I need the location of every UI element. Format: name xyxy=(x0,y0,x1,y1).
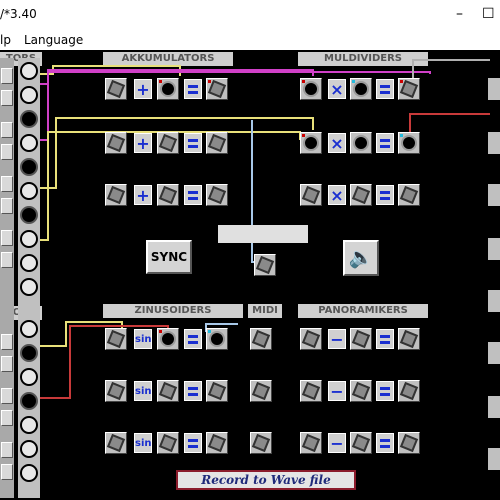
right-jack[interactable] xyxy=(488,238,500,260)
right-jack[interactable] xyxy=(488,342,500,364)
equals-op xyxy=(376,79,394,99)
times-op: × xyxy=(328,79,346,99)
right-jack[interactable] xyxy=(488,396,500,418)
akku-in-a[interactable] xyxy=(105,78,127,100)
muldiv-in-a[interactable] xyxy=(300,78,322,100)
plus-op: + xyxy=(134,79,152,99)
right-jack[interactable] xyxy=(488,78,500,100)
equals-op xyxy=(184,433,202,453)
zinus-out[interactable] xyxy=(206,328,228,350)
akku-in-a[interactable] xyxy=(105,132,127,154)
zinus-in[interactable] xyxy=(105,328,127,350)
muldiv-in-b[interactable] xyxy=(350,184,372,206)
right-jack[interactable] xyxy=(488,290,500,312)
record-to-wave-button[interactable]: Record to Wave file xyxy=(176,470,356,490)
pan-in-b[interactable] xyxy=(350,380,372,402)
title-bar: /*3.40 – ☐ xyxy=(0,0,500,30)
zinus-in[interactable] xyxy=(105,380,127,402)
equals-op xyxy=(184,329,202,349)
pan-in-a[interactable] xyxy=(300,380,322,402)
akku-in-b[interactable] xyxy=(157,184,179,206)
pan-in-a[interactable] xyxy=(300,328,322,350)
akku-out[interactable] xyxy=(206,184,228,206)
sync-jack[interactable] xyxy=(254,254,276,276)
synth-workspace: TORS AKKUMULATORS MULDIVIDERS TORS ZINUS… xyxy=(0,50,500,500)
pan-in-b[interactable] xyxy=(350,328,372,350)
equals-op xyxy=(376,433,394,453)
pan-out[interactable] xyxy=(398,432,420,454)
sin-op: sin xyxy=(134,381,152,401)
speaker-icon: 🔈 xyxy=(348,245,374,269)
pan-out[interactable] xyxy=(398,380,420,402)
menu-bar: lp Language xyxy=(0,30,500,50)
zinus-in[interactable] xyxy=(105,432,127,454)
blank-display xyxy=(218,225,308,243)
equals-op xyxy=(376,381,394,401)
pan-in-b[interactable] xyxy=(350,432,372,454)
muldiv-in-b[interactable] xyxy=(350,78,372,100)
minus-op: − xyxy=(328,381,346,401)
muldiv-out[interactable] xyxy=(398,184,420,206)
muldiv-out[interactable] xyxy=(398,132,420,154)
akku-in-b[interactable] xyxy=(157,78,179,100)
midi-jack[interactable] xyxy=(250,328,272,350)
muldiv-in-b[interactable] xyxy=(350,132,372,154)
equals-op xyxy=(184,185,202,205)
pan-in-a[interactable] xyxy=(300,432,322,454)
minimize-button[interactable]: – xyxy=(456,6,463,22)
window-title: /*3.40 xyxy=(0,7,37,21)
menu-language[interactable]: Language xyxy=(24,33,83,47)
times-op: × xyxy=(328,185,346,205)
plus-op: + xyxy=(134,133,152,153)
akku-in-a[interactable] xyxy=(105,184,127,206)
equals-op xyxy=(184,381,202,401)
muldiv-in-a[interactable] xyxy=(300,132,322,154)
pan-out[interactable] xyxy=(398,328,420,350)
times-op: × xyxy=(328,133,346,153)
equals-op xyxy=(376,329,394,349)
sin-op: sin xyxy=(134,329,152,349)
zinus-out[interactable] xyxy=(206,380,228,402)
menu-help[interactable]: lp xyxy=(0,33,11,47)
zinus-mid[interactable] xyxy=(157,328,179,350)
maximize-button[interactable]: ☐ xyxy=(482,6,495,22)
right-jack[interactable] xyxy=(488,184,500,206)
zinus-out[interactable] xyxy=(206,432,228,454)
muldiv-out[interactable] xyxy=(398,78,420,100)
midi-jack[interactable] xyxy=(250,380,272,402)
equals-op xyxy=(376,133,394,153)
equals-op xyxy=(376,185,394,205)
akku-in-b[interactable] xyxy=(157,132,179,154)
zinus-mid[interactable] xyxy=(157,380,179,402)
muldiv-in-a[interactable] xyxy=(300,184,322,206)
equals-op xyxy=(184,133,202,153)
equals-op xyxy=(184,79,202,99)
right-jack[interactable] xyxy=(488,132,500,154)
akku-out[interactable] xyxy=(206,132,228,154)
zinus-mid[interactable] xyxy=(157,432,179,454)
plus-op: + xyxy=(134,185,152,205)
minus-op: − xyxy=(328,329,346,349)
sin-op: sin xyxy=(134,433,152,453)
akku-out[interactable] xyxy=(206,78,228,100)
right-jack[interactable] xyxy=(488,448,500,470)
midi-jack[interactable] xyxy=(250,432,272,454)
minus-op: − xyxy=(328,433,346,453)
speaker-button[interactable]: 🔈 xyxy=(343,240,379,276)
sync-button[interactable]: SYNC xyxy=(146,240,192,274)
